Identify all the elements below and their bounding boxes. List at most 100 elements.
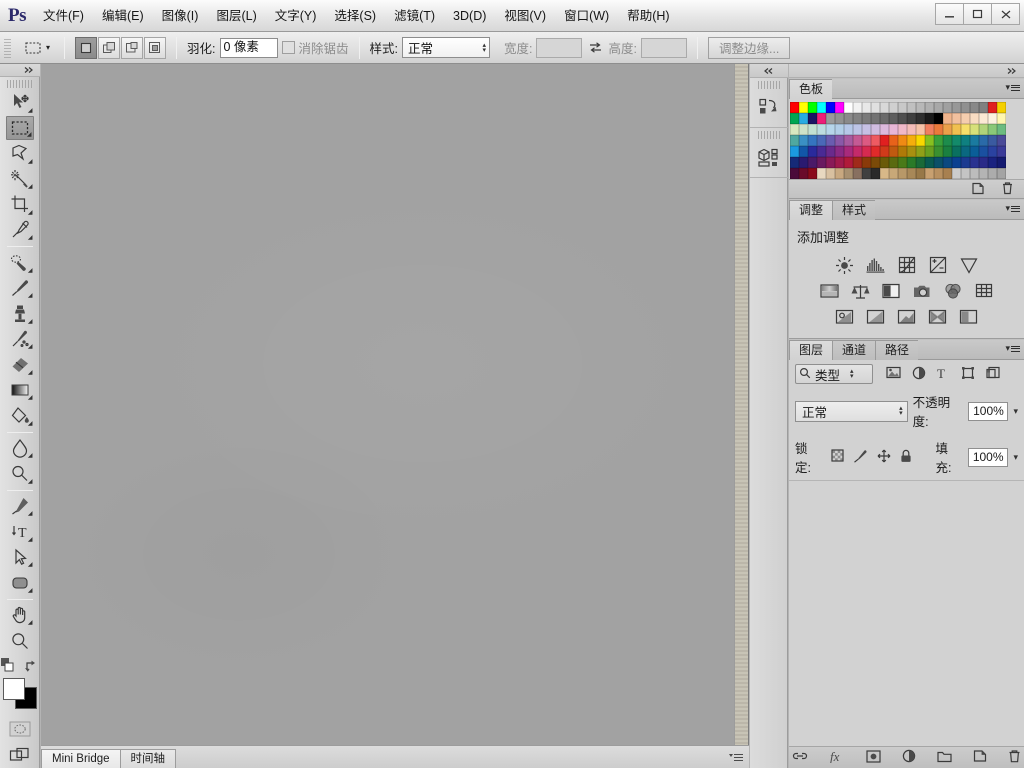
color-swatch[interactable] [826,135,835,146]
color-swatch[interactable] [790,157,799,168]
color-lookup-adjustment[interactable] [973,281,995,301]
color-swatch[interactable] [943,146,952,157]
lock-position-button[interactable] [877,449,891,466]
color-swatch[interactable] [934,135,943,146]
history-panel-icon[interactable] [750,92,788,122]
color-swatch[interactable] [961,113,970,124]
swatches-grid[interactable] [790,102,1006,179]
color-swatch[interactable] [907,113,916,124]
color-swatch[interactable] [844,102,853,113]
screen-mode-button[interactable] [6,742,34,767]
color-swatch[interactable] [952,135,961,146]
path-selection-tool[interactable]: ◢ [6,545,34,570]
layers-panel-menu-icon[interactable]: ▾ [1005,343,1020,354]
color-swatch[interactable] [826,124,835,135]
color-swatch[interactable] [817,124,826,135]
color-swatch[interactable] [898,102,907,113]
color-swatch[interactable] [916,102,925,113]
color-swatch[interactable] [826,168,835,179]
color-swatch[interactable] [790,124,799,135]
color-swatch[interactable] [844,124,853,135]
invert-adjustment[interactable] [834,307,856,327]
color-swatch[interactable] [979,102,988,113]
dock-grip[interactable] [757,81,780,89]
color-balance-adjustment[interactable] [849,281,871,301]
color-swatch[interactable] [925,102,934,113]
color-swatch[interactable] [952,124,961,135]
color-swatch[interactable] [952,146,961,157]
color-swatch[interactable] [907,102,916,113]
color-swatch[interactable] [898,168,907,179]
blur-tool[interactable]: ◢ [6,436,34,461]
color-swatch[interactable] [961,146,970,157]
intersect-selection-button[interactable] [144,36,167,59]
color-swatch[interactable] [853,102,862,113]
color-swatch[interactable] [871,113,880,124]
curves-adjustment[interactable] [896,255,918,275]
menu-3d[interactable]: 3D(D) [444,4,495,28]
color-swatch[interactable] [907,135,916,146]
color-swatch[interactable] [907,146,916,157]
color-swatch[interactable] [916,146,925,157]
delete-swatch-button[interactable] [1001,181,1014,198]
menu-file[interactable]: 文件(F) [34,4,93,28]
color-swatch[interactable] [835,146,844,157]
color-swatch[interactable] [817,102,826,113]
tab-styles[interactable]: 样式 [832,200,877,220]
dock-expand-button[interactable] [749,64,788,78]
color-swatch[interactable] [844,157,853,168]
color-swatch[interactable] [799,146,808,157]
subtract-selection-button[interactable] [121,36,144,59]
quick-mask-button[interactable] [6,717,34,742]
color-swatch[interactable] [988,168,997,179]
color-swatch[interactable] [871,146,880,157]
color-swatch[interactable] [889,135,898,146]
link-layers-button[interactable] [792,750,808,765]
color-swatch[interactable] [907,157,916,168]
color-swatch[interactable] [934,157,943,168]
color-swatch[interactable] [997,113,1006,124]
tab-adjustments[interactable]: 调整 [789,200,834,220]
toolbar-collapse-button[interactable] [0,64,40,77]
document-canvas-area[interactable] [41,64,749,745]
color-swatch[interactable] [943,124,952,135]
move-tool[interactable]: ◢ [6,90,34,115]
color-swatch[interactable] [826,146,835,157]
color-swatch[interactable] [925,124,934,135]
posterize-adjustment[interactable] [865,307,887,327]
menu-image[interactable]: 图像(I) [153,4,208,28]
crop-tool[interactable]: ◢ [6,192,34,217]
color-swatch[interactable] [889,113,898,124]
color-swatch[interactable] [853,146,862,157]
adjustments-panel-menu-icon[interactable]: ▾ [1005,203,1020,214]
color-swatch[interactable] [790,102,799,113]
clone-stamp-tool[interactable]: ◢ [6,301,34,326]
color-swatch[interactable] [817,168,826,179]
color-swatch[interactable] [817,157,826,168]
color-swatch[interactable] [943,102,952,113]
color-swatch[interactable] [934,102,943,113]
threshold-adjustment[interactable] [896,307,918,327]
color-swatch[interactable] [799,135,808,146]
color-swatch[interactable] [826,113,835,124]
color-swatch[interactable] [826,157,835,168]
color-swatch[interactable] [952,113,961,124]
color-swatch[interactable] [790,168,799,179]
lasso-tool[interactable]: ◢ [6,141,34,166]
active-tool-preview[interactable]: ▾ [18,37,54,59]
gradient-map-adjustment[interactable] [927,307,949,327]
canvas-surface[interactable] [41,64,748,745]
color-swatch[interactable] [934,168,943,179]
color-swatch[interactable] [880,124,889,135]
color-swatch[interactable] [997,124,1006,135]
history-brush-tool[interactable]: ◢ [6,327,34,352]
color-swatch[interactable] [961,168,970,179]
color-swatch[interactable] [979,157,988,168]
color-swatch[interactable] [934,113,943,124]
color-swatch[interactable] [835,124,844,135]
tab-mini-bridge[interactable]: Mini Bridge [41,749,121,768]
menu-type[interactable]: 文字(Y) [266,4,326,28]
menu-edit[interactable]: 编辑(E) [93,4,153,28]
color-swatch[interactable] [871,157,880,168]
color-swatch[interactable] [808,135,817,146]
